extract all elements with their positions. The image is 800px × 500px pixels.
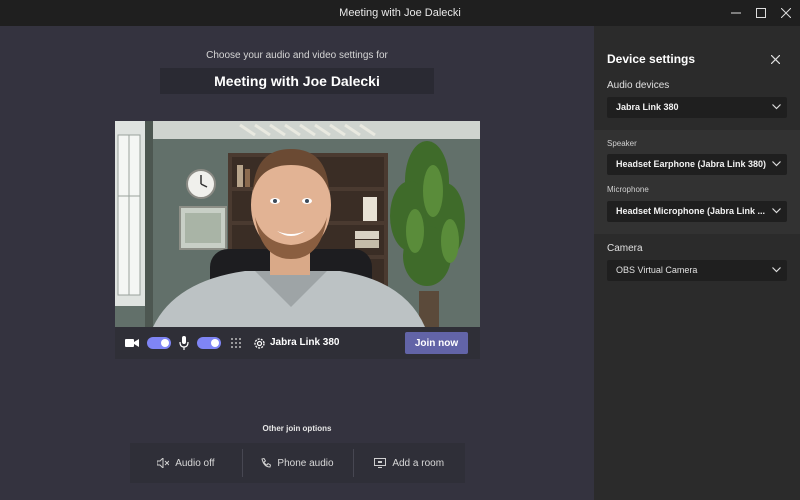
background-blur-icon [231, 338, 241, 348]
join-now-button[interactable]: Join now [405, 332, 468, 354]
phone-audio-label: Phone audio [277, 457, 334, 469]
speaker-off-icon [157, 458, 170, 468]
close-icon [770, 54, 780, 64]
lobby-subtitle: Choose your audio and video settings for [206, 50, 388, 61]
phone-audio-option[interactable]: Phone audio [241, 443, 354, 483]
camera-icon [125, 336, 139, 350]
chevron-down-icon [772, 267, 781, 273]
camera-preview [115, 121, 480, 327]
device-settings-button[interactable] [252, 335, 266, 351]
preview-controls: Jabra Link 380 Join now [115, 327, 480, 359]
meeting-title-box: Meeting with Joe Dalecki [160, 68, 434, 94]
audio-device-label: Jabra Link 380 [270, 337, 340, 348]
close-panel-button[interactable] [768, 52, 782, 66]
microphone-label: Microphone [607, 185, 649, 194]
speaker-select[interactable]: Headset Earphone (Jabra Link 380) [607, 154, 787, 175]
camera-toggle[interactable] [147, 337, 171, 349]
gear-icon [253, 337, 265, 349]
panel-title: Device settings [607, 52, 696, 66]
background-effects-button[interactable] [229, 336, 243, 350]
room-cast-icon [374, 458, 387, 468]
speaker-label: Speaker [607, 139, 637, 148]
close-window-button[interactable] [770, 0, 800, 26]
add-a-room-label: Add a room [392, 457, 445, 469]
add-a-room-option[interactable]: Add a room [353, 443, 465, 483]
meeting-title: Meeting with Joe Dalecki [214, 73, 380, 89]
camera-label: Camera [607, 243, 643, 254]
audio-off-label: Audio off [175, 457, 215, 469]
audio-devices-label: Audio devices [607, 80, 670, 91]
device-settings-panel: Device settings Audio devices Jabra Link… [594, 26, 800, 500]
audio-off-option[interactable]: Audio off [130, 443, 242, 483]
camera-select[interactable]: OBS Virtual Camera [607, 260, 787, 281]
camera-value: OBS Virtual Camera [616, 265, 698, 275]
speaker-value: Headset Earphone (Jabra Link 380) [616, 159, 767, 169]
maximize-icon [756, 8, 766, 18]
other-join-options-label: Other join options [262, 424, 332, 433]
microphone-value: Headset Microphone (Jabra Link ... [616, 206, 766, 216]
window-title: Meeting with Joe Dalecki [339, 7, 461, 19]
audio-device-value: Jabra Link 380 [616, 102, 679, 112]
close-icon [781, 8, 791, 18]
audio-device-select[interactable]: Jabra Link 380 [607, 97, 787, 118]
chevron-down-icon [772, 208, 781, 214]
microphone-icon [178, 335, 190, 351]
microphone-select[interactable]: Headset Microphone (Jabra Link ... [607, 201, 787, 222]
camera-preview-image [115, 121, 480, 327]
phone-icon [261, 458, 272, 468]
chevron-down-icon [772, 104, 781, 110]
join-options-bar: Audio off Phone audio Add a room [130, 443, 465, 483]
prejoin-lobby: Choose your audio and video settings for… [0, 26, 594, 500]
chevron-down-icon [772, 161, 781, 167]
microphone-toggle[interactable] [197, 337, 221, 349]
minimize-icon [731, 12, 741, 14]
title-bar: Meeting with Joe Dalecki [0, 0, 800, 26]
